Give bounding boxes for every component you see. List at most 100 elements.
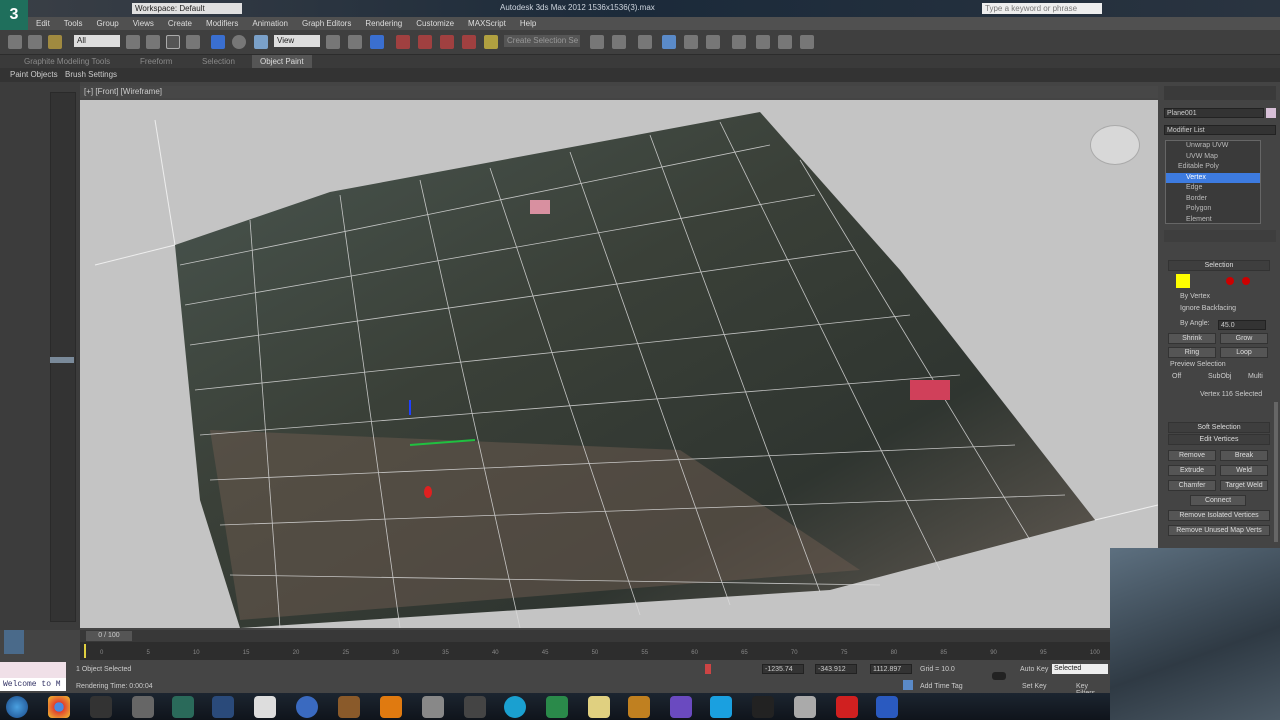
x-coordinate-field[interactable]: -1235.74 [762,664,804,674]
app-icon[interactable] [172,696,194,718]
menu-maxscript[interactable]: MAXScript [468,17,506,30]
rotate-icon[interactable] [232,35,246,49]
modifier-stack[interactable]: Unwrap UVW UVW Map Editable Poly Vertex … [1165,140,1261,224]
tab-freeform[interactable]: Freeform [140,55,172,68]
app-icon[interactable] [504,696,526,718]
stack-item[interactable]: UVW Map [1166,152,1260,163]
app-icon[interactable] [422,696,444,718]
app-icon[interactable] [876,696,898,718]
align-icon[interactable] [612,35,626,49]
extrude-button[interactable]: Extrude [1168,465,1216,476]
object-color-swatch[interactable] [1266,108,1276,118]
remove-isolated-button[interactable]: Remove Isolated Vertices [1168,510,1270,521]
brush-settings-panel[interactable]: Brush Settings [65,68,117,82]
spinner-snap-icon[interactable] [462,35,476,49]
y-coordinate-field[interactable]: -343.912 [815,664,857,674]
selection-filter-dropdown[interactable]: All [74,35,120,47]
vertex-mode-icon[interactable] [1176,274,1190,288]
auto-key-button[interactable]: Auto Key [1020,666,1048,673]
modifier-list-dropdown[interactable]: Modifier List [1164,125,1276,135]
app-icon[interactable] [752,696,774,718]
remove-button[interactable]: Remove [1168,450,1216,461]
window-crossing-icon[interactable] [186,35,200,49]
app-icon[interactable] [628,696,650,718]
weld-button[interactable]: Weld [1220,465,1268,476]
preview-off-radio[interactable]: Off [1172,373,1181,380]
app-icon[interactable] [546,696,568,718]
paint-objects-panel[interactable]: Paint Objects [10,68,58,82]
soft-selection-rollout[interactable]: Soft Selection [1168,422,1270,433]
track-bar[interactable]: 0 5 10 15 20 25 30 35 40 45 50 55 60 65 70 75 80 85 90 95 10… [80,642,1110,660]
tab-object-paint[interactable]: Object Paint [252,55,312,68]
edit-vertices-rollout[interactable]: Edit Vertices [1168,434,1270,445]
schematic-view-icon[interactable] [706,35,720,49]
viewport-front[interactable] [80,100,1158,628]
rendered-frame-icon[interactable] [778,35,792,49]
app-icon[interactable] [338,696,360,718]
app-icon[interactable] [464,696,486,718]
named-selection-dropdown[interactable]: Create Selection Se [504,35,580,47]
select-object-icon[interactable] [126,35,140,49]
viewcube-icon[interactable] [1090,125,1140,165]
angle-field[interactable]: 45.0 [1218,320,1266,330]
gizmo-x-axis[interactable] [424,486,432,498]
set-key-button[interactable]: Set Key [1022,683,1047,690]
render-setup-icon[interactable] [756,35,770,49]
add-time-tag[interactable]: Add Time Tag [920,683,963,690]
preview-subobj-radio[interactable]: SubObj [1208,373,1231,380]
search-input[interactable]: Type a keyword or phrase [982,3,1102,14]
angle-snap-icon[interactable] [418,35,432,49]
graphite-toggle-icon[interactable] [662,35,676,49]
menu-modifiers[interactable]: Modifiers [206,17,238,30]
z-coordinate-field[interactable]: 1112.897 [870,664,912,674]
scale-icon[interactable] [254,35,268,49]
lock-selection-icon[interactable] [705,664,711,674]
stack-item[interactable]: Polygon [1166,204,1260,215]
select-link-icon[interactable] [8,35,22,49]
target-weld-button[interactable]: Target Weld [1220,480,1268,491]
vlc-icon[interactable] [380,696,402,718]
stack-item[interactable]: Editable Poly [1166,162,1260,173]
pivot-icon[interactable] [326,35,340,49]
keyboard-shortcut-icon[interactable] [370,35,384,49]
remove-unused-map-verts-button[interactable]: Remove Unused Map Verts [1168,525,1270,536]
stack-item[interactable]: Edge [1166,183,1260,194]
menu-tools[interactable]: Tools [64,17,83,30]
app-icon[interactable] [254,696,276,718]
select-manipulate-icon[interactable] [348,35,362,49]
menu-rendering[interactable]: Rendering [365,17,402,30]
stack-item[interactable]: Vertex [1166,172,1260,183]
start-button-icon[interactable] [6,696,28,718]
photoshop-icon[interactable] [212,696,234,718]
snaps-toggle-icon[interactable] [396,35,410,49]
app-icon[interactable] [670,696,692,718]
time-tag-icon[interactable] [903,680,913,690]
tab-graphite-modeling-tools[interactable]: Graphite Modeling Tools [24,55,110,68]
render-icon[interactable] [800,35,814,49]
menu-group[interactable]: Group [96,17,118,30]
menu-customize[interactable]: Customize [416,17,454,30]
border-mode-icon[interactable] [1226,277,1234,285]
unlink-icon[interactable] [28,35,42,49]
ruler-marker[interactable] [50,357,74,363]
stack-item[interactable]: Element [1166,215,1260,226]
material-editor-icon[interactable] [732,35,746,49]
chamfer-button[interactable]: Chamfer [1168,480,1216,491]
ignore-backfacing-checkbox[interactable]: Ignore Backfacing [1180,305,1236,312]
chrome-icon[interactable] [48,696,70,718]
maxscript-input[interactable]: Welcome to M [0,678,66,691]
layer-manager-icon[interactable] [638,35,652,49]
tab-selection[interactable]: Selection [202,55,235,68]
rect-selection-icon[interactable] [166,35,180,49]
menu-help[interactable]: Help [520,17,536,30]
object-name-field[interactable]: Plane001 [1164,108,1264,118]
edit-named-selection-icon[interactable] [484,35,498,49]
element-mode-icon[interactable] [1242,277,1250,285]
menu-graph-editors[interactable]: Graph Editors [302,17,351,30]
stack-tools-bar[interactable] [1164,230,1276,242]
selection-rollout-title[interactable]: Selection [1168,260,1270,271]
3dsmax-taskbar-icon[interactable] [132,696,154,718]
shrink-button[interactable]: Shrink [1168,333,1216,344]
app-icon[interactable] [296,696,318,718]
key-filter-dropdown[interactable]: Selected [1052,664,1108,674]
